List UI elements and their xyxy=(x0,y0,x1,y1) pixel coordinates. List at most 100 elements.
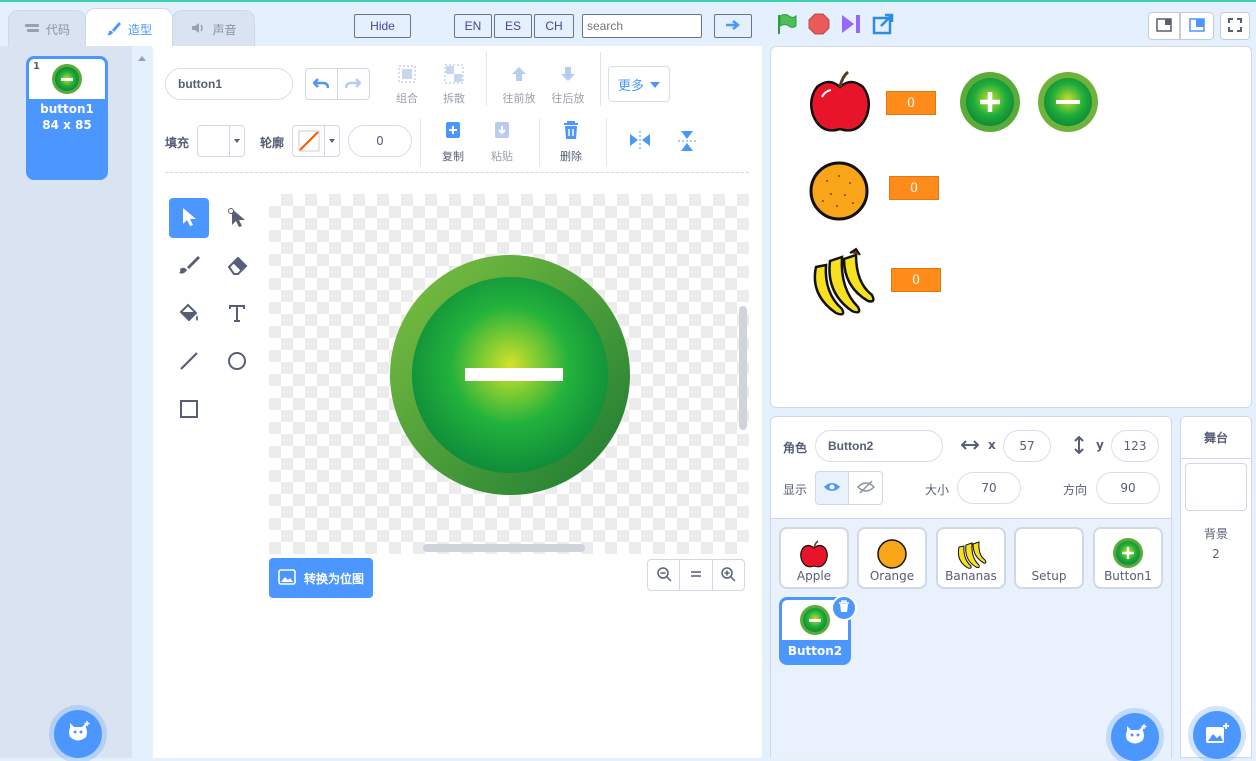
tab-code[interactable]: 代码 xyxy=(8,10,86,48)
step-icon[interactable] xyxy=(839,12,863,39)
brush-icon xyxy=(106,20,122,39)
y-label: y xyxy=(1096,438,1104,452)
eraser-icon xyxy=(226,255,248,278)
hide-sprite-button[interactable] xyxy=(849,472,882,504)
sprite-tile-label: Button1 xyxy=(1104,569,1152,583)
costume-name-input[interactable] xyxy=(165,68,293,100)
visibility-toggle xyxy=(815,471,883,505)
circle-tool[interactable] xyxy=(217,342,257,382)
show-button[interactable] xyxy=(816,472,850,504)
outline-color-picker[interactable] xyxy=(292,125,340,157)
bananas-counter: 0 xyxy=(891,268,941,292)
trash-icon xyxy=(562,120,580,143)
choose-costume-button[interactable] xyxy=(54,710,102,758)
apple-sprite[interactable] xyxy=(807,71,873,135)
sprite-tile-bananas[interactable]: Bananas xyxy=(936,527,1006,589)
share-icon[interactable] xyxy=(871,12,895,39)
sprite-tile-setup[interactable]: Setup xyxy=(1014,527,1084,589)
sprite-tile-label: Bananas xyxy=(945,569,997,583)
redo-button[interactable] xyxy=(338,69,369,99)
sprite-tile-orange[interactable]: Orange xyxy=(857,527,927,589)
paint-canvas[interactable] xyxy=(269,194,749,554)
zoom-in-button[interactable] xyxy=(713,560,744,590)
more-label: 更多 xyxy=(617,78,644,94)
zoom-controls xyxy=(647,559,745,591)
stop-icon[interactable] xyxy=(807,12,831,39)
divider xyxy=(420,118,421,166)
costume-index: 1 xyxy=(33,61,40,72)
sprite-list: Apple Orange Bananas Setup Button1 Butto… xyxy=(771,519,1171,761)
bananas-sprite[interactable] xyxy=(806,247,878,319)
flip-horizontal-button[interactable] xyxy=(629,130,651,153)
arrow-cursor-icon xyxy=(180,207,198,230)
toolbar-separator xyxy=(165,172,749,173)
stage[interactable]: 0 0 0 xyxy=(770,46,1252,408)
more-dropdown[interactable]: 更多 xyxy=(608,66,670,102)
large-stage-button[interactable] xyxy=(1180,12,1214,40)
arrow-right-icon xyxy=(725,19,741,34)
costume-list-scrollbar[interactable] xyxy=(132,46,152,758)
fill-color-picker[interactable] xyxy=(197,125,245,157)
outline-label: 轮廓 xyxy=(260,136,285,150)
zoom-out-button[interactable] xyxy=(648,560,681,590)
convert-to-bitmap-button[interactable]: 转换为位图 xyxy=(269,558,373,598)
speaker-icon xyxy=(190,21,206,38)
minus-button-graphic[interactable] xyxy=(389,254,631,496)
minus-button-thumb-icon xyxy=(800,605,830,635)
horizontal-arrows-icon xyxy=(960,439,980,454)
choose-backdrop-button[interactable] xyxy=(1193,711,1241,759)
divider xyxy=(539,118,540,166)
tab-sounds[interactable]: 声音 xyxy=(172,10,255,48)
lang-en-button[interactable]: EN xyxy=(454,14,492,38)
eye-icon xyxy=(823,481,841,496)
convert-to-bitmap-label: 转换为位图 xyxy=(303,571,364,586)
choose-sprite-button[interactable] xyxy=(1111,713,1159,761)
fullscreen-button[interactable] xyxy=(1220,12,1250,40)
stage-target-panel[interactable]: 舞台 背景 2 xyxy=(1180,416,1252,759)
backdrop-count: 2 xyxy=(1212,547,1220,561)
line-tool[interactable] xyxy=(169,342,209,382)
reshape-tool[interactable] xyxy=(217,198,257,238)
rectangle-tool[interactable] xyxy=(169,390,209,430)
text-tool[interactable] xyxy=(217,294,257,334)
tab-costumes[interactable]: 造型 xyxy=(85,8,173,49)
group-icon xyxy=(397,64,417,87)
flip-vertical-button[interactable] xyxy=(677,130,697,155)
x-input[interactable]: 57 xyxy=(1003,430,1051,462)
size-input[interactable]: 70 xyxy=(957,472,1021,504)
zoom-reset-button[interactable] xyxy=(680,560,713,590)
image-add-icon xyxy=(1204,722,1230,749)
y-input[interactable]: 123 xyxy=(1111,430,1159,462)
search-input[interactable] xyxy=(582,14,702,38)
orange-sprite[interactable] xyxy=(809,161,869,221)
small-stage-button[interactable] xyxy=(1148,12,1180,40)
green-flag-icon[interactable] xyxy=(774,12,798,39)
delete-sprite-button[interactable] xyxy=(831,595,857,621)
lang-es-button[interactable]: ES xyxy=(494,14,532,38)
delete-label: 删除 xyxy=(560,150,582,163)
go-button[interactable] xyxy=(714,14,752,38)
plus-button-sprite[interactable] xyxy=(959,71,1021,133)
costume-tile[interactable]: 1 button1 84 x 85 xyxy=(26,56,108,180)
undo-icon xyxy=(312,76,330,93)
eraser-tool[interactable] xyxy=(217,246,257,286)
fill-tool[interactable] xyxy=(169,294,209,334)
sprite-tile-apple[interactable]: Apple xyxy=(779,527,849,589)
sprite-label: 角色 xyxy=(783,441,808,455)
canvas-vertical-scrollbar[interactable] xyxy=(739,306,747,430)
canvas-horizontal-scrollbar[interactable] xyxy=(423,544,585,552)
direction-input[interactable]: 90 xyxy=(1096,472,1160,504)
lang-ch-button[interactable]: CH xyxy=(534,14,574,38)
sprite-tile-button1[interactable]: Button1 xyxy=(1093,527,1163,589)
sprite-tile-label: Button2 xyxy=(787,644,843,658)
fill-label: 填充 xyxy=(165,136,190,150)
outline-width-input[interactable]: 0 xyxy=(348,125,412,157)
minus-button-sprite[interactable] xyxy=(1037,71,1099,133)
brush-tool[interactable] xyxy=(169,246,209,286)
redo-icon xyxy=(345,76,363,93)
undo-button[interactable] xyxy=(306,69,338,99)
select-tool[interactable] xyxy=(169,198,209,238)
hide-button[interactable]: Hide xyxy=(354,14,411,38)
sprite-name-input[interactable] xyxy=(815,430,943,462)
arrow-down-icon xyxy=(558,64,578,87)
